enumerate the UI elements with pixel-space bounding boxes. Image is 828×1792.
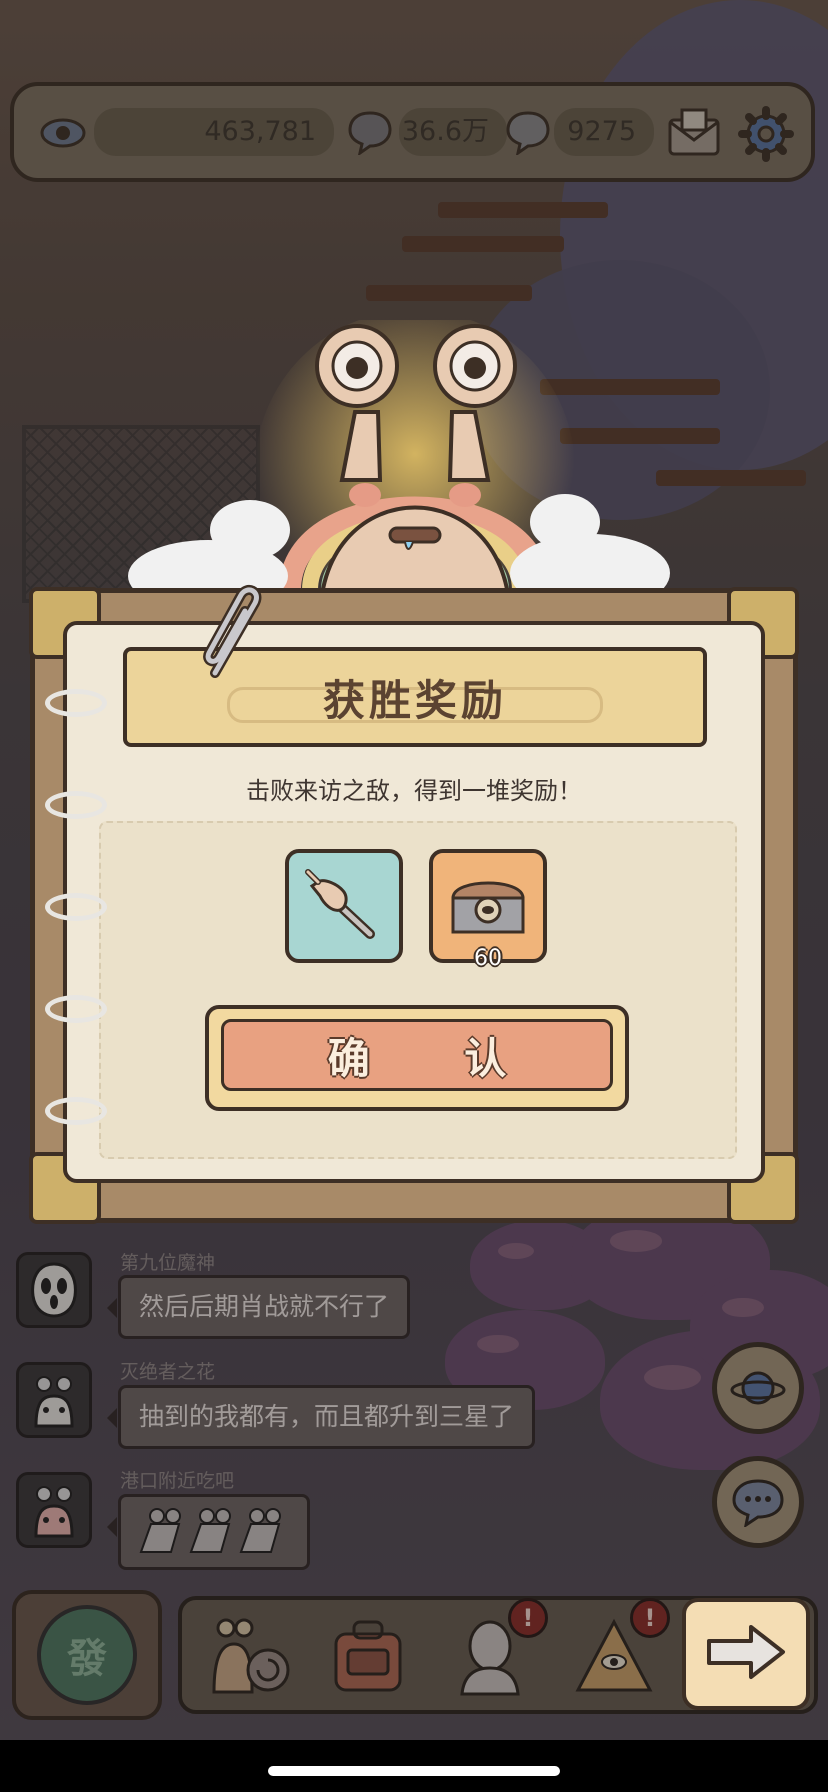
victory-reward-dialog: 获胜奖励 击败来访之敌，得到一堆奖励！ 60 确 认 <box>29 585 799 1224</box>
confirm-button[interactable]: 确 认 <box>205 1005 629 1111</box>
binder-ring <box>45 893 107 921</box>
treasure-chest-icon <box>443 864 533 948</box>
reward-count: 60 <box>474 946 502 971</box>
dialog-title: 获胜奖励 <box>322 675 507 725</box>
pointing-hand-wand-icon <box>304 864 384 948</box>
next-button[interactable] <box>682 1598 810 1710</box>
notebook-page: 获胜奖励 击败来访之敌，得到一堆奖励！ 60 确 认 <box>63 621 765 1183</box>
arrow-right-icon <box>703 1621 789 1687</box>
paperclip-icon <box>195 583 275 687</box>
binder-ring <box>45 791 107 819</box>
dialog-subtitle: 击败来访之敌，得到一堆奖励！ <box>246 777 582 805</box>
home-indicator[interactable] <box>268 1766 560 1776</box>
confirm-label: 确 认 <box>221 1019 613 1091</box>
reward-list: 60 确 认 <box>99 821 737 1159</box>
binder-ring <box>45 689 107 717</box>
binder-ring <box>45 1097 107 1125</box>
reward-item[interactable]: 60 <box>429 849 547 971</box>
reward-item[interactable] <box>285 849 403 963</box>
binder-ring <box>45 995 107 1023</box>
